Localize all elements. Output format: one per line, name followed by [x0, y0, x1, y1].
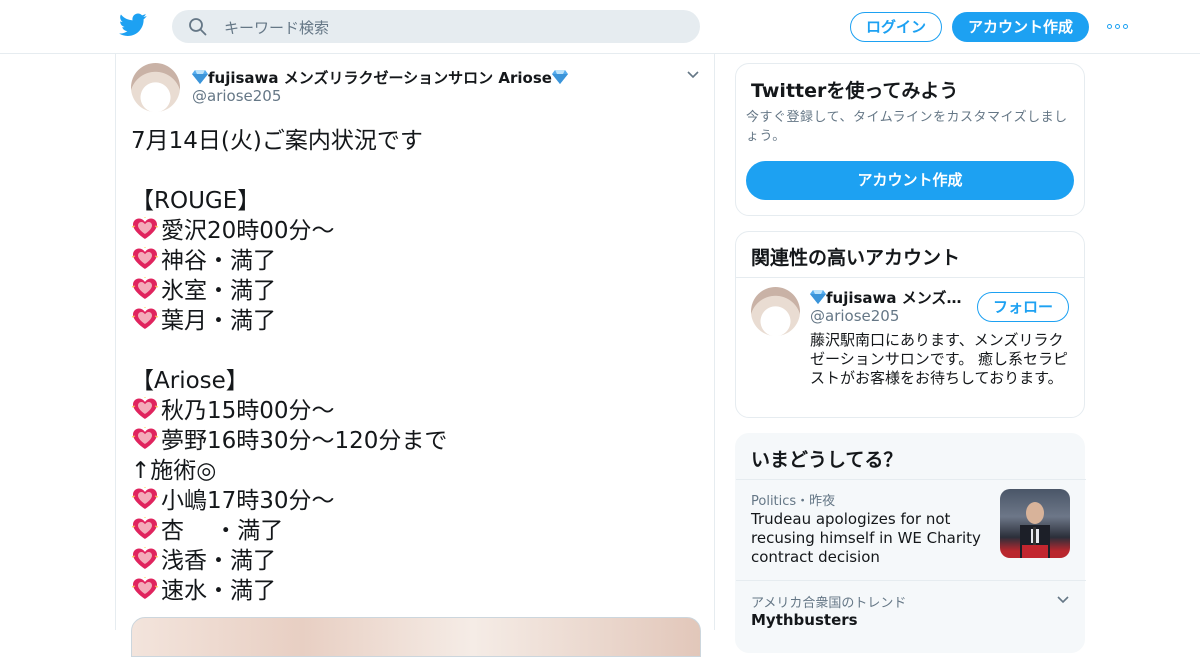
- tweet-line-text: 7月14日(火)ご案内状況です: [131, 128, 423, 154]
- tweet-line: 速水・満了: [131, 576, 701, 606]
- trend-title[interactable]: Trudeau apologizes for not recusing hims…: [751, 510, 993, 567]
- signup-card-button[interactable]: アカウント作成: [746, 161, 1074, 200]
- tweet-line-text: 杏 ・満了: [161, 518, 284, 544]
- avatar[interactable]: [751, 287, 800, 336]
- heart-icon: [131, 577, 159, 599]
- trend-meta: Politics・昨夜: [751, 494, 836, 509]
- tweet-line-text: 秋乃15時00分～: [161, 398, 335, 424]
- tweet-line-text: 夢野16時30分～120分まで: [161, 428, 448, 454]
- related-card-title: 関連性の高いアカウント: [751, 247, 961, 269]
- related-accounts-card: 関連性の高いアカウント fujisawa メンズリ... @ariose205 …: [735, 231, 1085, 418]
- trend-thumbnail[interactable]: [1000, 489, 1070, 558]
- trend-title[interactable]: Mythbusters: [751, 611, 858, 629]
- tweet-line: [131, 156, 701, 186]
- trend-meta: アメリカ合衆国のトレンド: [751, 596, 907, 611]
- tweet-line: 氷室・満了: [131, 276, 701, 306]
- tweet-line-text: 氷室・満了: [161, 278, 276, 304]
- heart-icon: [131, 307, 159, 329]
- login-button[interactable]: ログイン: [850, 12, 942, 42]
- signup-button[interactable]: アカウント作成: [952, 12, 1089, 42]
- divider: [736, 277, 1084, 278]
- trends-card: いまどうしてる？ Politics・昨夜 Trudeau apologizes …: [735, 433, 1086, 653]
- tweet-line-text: ↑施術◎: [131, 458, 217, 484]
- top-bar: キーワード検索 ログイン アカウント作成: [0, 0, 1200, 54]
- trends-card-title: いまどうしてる？: [751, 449, 903, 471]
- tweet-line-text: 小嶋17時30分～: [161, 488, 335, 514]
- heart-icon: [131, 217, 159, 239]
- tweet-line-text: 浅香・満了: [161, 548, 276, 574]
- tweet-display-name[interactable]: fujisawa メンズリラクゼーションサロン Ariose: [192, 67, 568, 88]
- signup-card-description: 今すぐ登録して、タイムラインをカスタマイズしましょう。: [746, 110, 1068, 144]
- heart-icon: [131, 547, 159, 569]
- gem-icon: [192, 70, 208, 84]
- heart-icon: [131, 277, 159, 299]
- tweet-line: 杏 ・満了: [131, 516, 701, 546]
- tweet-line: 【ROUGE】: [131, 186, 701, 216]
- tweet-line-text: 【Ariose】: [131, 368, 249, 394]
- divider: [736, 580, 1086, 581]
- related-account-name-text: fujisawa メンズリ...: [826, 289, 970, 307]
- search-placeholder: キーワード検索: [224, 19, 330, 37]
- twitter-bird-icon[interactable]: [119, 13, 147, 37]
- heart-icon: [131, 487, 159, 509]
- heart-icon: [131, 427, 159, 449]
- tweet-handle[interactable]: @ariose205: [192, 87, 281, 105]
- trend-thumbnail-art: [1020, 502, 1050, 558]
- tweet-line: 秋乃15時00分～: [131, 396, 701, 426]
- signup-card: Twitterを使ってみよう 今すぐ登録して、タイムラインをカスタマイズしましょ…: [735, 63, 1085, 216]
- tweet-display-name-text: fujisawa メンズリラクゼーションサロン Ariose: [208, 69, 552, 87]
- tweet-line: 7月14日(火)ご案内状況です: [131, 126, 701, 156]
- related-account-bio: 藤沢駅南口にあります、メンズリラクゼーションサロンです。 癒し系セラピストがお客…: [810, 331, 1068, 387]
- tweet-line: 葉月・満了: [131, 306, 701, 336]
- heart-icon: [131, 247, 159, 269]
- tweet-text: 7月14日(火)ご案内状況です 【ROUGE】愛沢20時00分～ 神谷・満了氷室・満…: [131, 126, 701, 606]
- more-options-icon[interactable]: [1107, 24, 1129, 30]
- tweet-column: fujisawa メンズリラクゼーションサロン Ariose @ariose20…: [115, 54, 715, 657]
- avatar[interactable]: [131, 63, 180, 112]
- related-account-handle[interactable]: @ariose205: [810, 307, 899, 325]
- tweet-line: 【Ariose】: [131, 366, 701, 396]
- heart-icon: [131, 397, 159, 419]
- tweet-line: 浅香・満了: [131, 546, 701, 576]
- chevron-down-icon[interactable]: [1056, 595, 1070, 605]
- tweet-line: 夢野16時30分～120分まで: [131, 426, 701, 456]
- signup-card-title: Twitterを使ってみよう: [751, 80, 959, 102]
- tweet-line: ↑施術◎: [131, 456, 701, 486]
- tweet-line-text: 速水・満了: [161, 578, 276, 604]
- chevron-down-icon[interactable]: [686, 70, 700, 80]
- tweet-line-text: 神谷・満了: [161, 248, 276, 274]
- tweet-media-image[interactable]: [131, 617, 701, 657]
- follow-button[interactable]: フォロー: [977, 292, 1069, 322]
- tweet-line: 小嶋17時30分～: [131, 486, 701, 516]
- divider: [736, 479, 1086, 480]
- heart-icon: [131, 517, 159, 539]
- tweet-line-text: 【ROUGE】: [131, 188, 261, 214]
- tweet-line: [131, 336, 701, 366]
- gem-icon: [551, 70, 568, 84]
- tweet-line: 愛沢20時00分～: [131, 216, 701, 246]
- related-account-name[interactable]: fujisawa メンズリ...: [810, 287, 970, 308]
- tweet-line: 神谷・満了: [131, 246, 701, 276]
- tweet-line-text: 葉月・満了: [161, 308, 276, 334]
- tweet-line-text: 愛沢20時00分～: [161, 218, 335, 244]
- search-input[interactable]: キーワード検索: [172, 10, 700, 43]
- search-icon: [189, 18, 207, 36]
- gem-icon: [810, 290, 826, 304]
